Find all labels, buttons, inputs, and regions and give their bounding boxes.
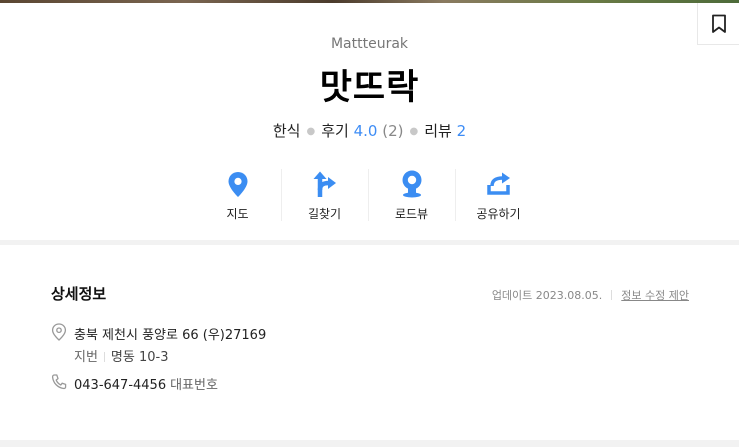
share-button-label: 공유하기: [476, 207, 521, 221]
blog-review-link[interactable]: 리뷰 2: [424, 122, 466, 140]
phone-number[interactable]: 043-647-4456: [74, 378, 166, 393]
edit-suggestion-link[interactable]: 정보 수정 제안: [621, 287, 689, 303]
update-date: 업데이트 2023.08.05.: [491, 289, 603, 302]
rating-value: 4.0: [353, 122, 378, 140]
category-label: 한식: [272, 122, 301, 140]
place-meta: 한식 ● 후기 4.0 (2) ● 리뷰 2: [0, 120, 739, 141]
map-button-label: 지도: [226, 207, 249, 221]
address-text: 충북 제천시 풍양로 66 (우)27169: [74, 328, 267, 343]
place-name-english: Mattteurak: [330, 36, 409, 52]
detail-section: 상세정보 업데이트 2023.08.05. 정보 수정 제안 충북 제천시 풍양…: [0, 245, 739, 440]
meta-dot: ●: [306, 126, 316, 137]
directions-icon: [313, 171, 336, 197]
divider: [103, 352, 105, 362]
map-pin-icon: [228, 171, 247, 197]
share-button[interactable]: 공유하기: [455, 167, 542, 223]
update-info: 업데이트 2023.08.05. 정보 수정 제안: [492, 287, 689, 303]
roadview-button[interactable]: 로드뷰: [368, 167, 455, 223]
blog-review-label: 리뷰: [424, 122, 452, 140]
jibun-value: 명동 10-3: [110, 350, 169, 365]
review-label: 후기: [321, 122, 349, 140]
directions-button[interactable]: 길찾기: [281, 167, 368, 223]
roadview-button-label: 로드뷰: [394, 207, 429, 221]
jibun-label: 지번: [74, 350, 98, 365]
map-button[interactable]: 지도: [194, 167, 281, 223]
meta-dot: ●: [409, 126, 419, 137]
blog-review-count: 2: [456, 122, 467, 140]
place-title: 맛뜨락: [319, 68, 420, 108]
location-icon: [51, 323, 67, 341]
action-bar: 지도 길찾기 로드뷰 공유하기: [194, 167, 544, 223]
review-link[interactable]: 후기 4.0 (2): [321, 122, 403, 140]
jibun-address: 지번 명동 10-3: [74, 346, 168, 365]
share-icon: [486, 172, 510, 195]
rating-count: (2): [382, 122, 404, 140]
roadview-icon: [402, 170, 421, 198]
place-header: Mattteurak 맛뜨락 한식 ● 후기 4.0 (2) ● 리뷰 2 지도: [0, 3, 739, 240]
directions-button-label: 길찾기: [307, 207, 342, 221]
divider: [611, 290, 613, 300]
phone-tag: 대표번호: [170, 378, 218, 393]
bookmark-icon: [711, 14, 726, 33]
phone-icon: [51, 374, 67, 390]
detail-section-title: 상세정보: [51, 285, 107, 303]
